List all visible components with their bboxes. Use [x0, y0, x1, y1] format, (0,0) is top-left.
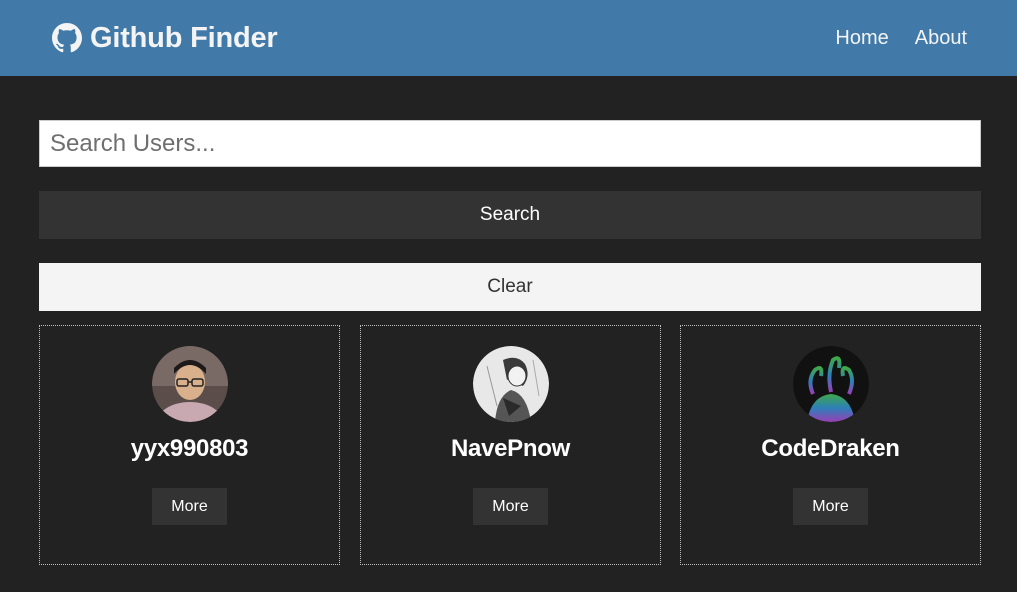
avatar: [792, 346, 869, 422]
avatar: [151, 346, 228, 422]
clear-button[interactable]: Clear: [39, 263, 981, 311]
nav-link-about[interactable]: About: [915, 27, 967, 50]
user-card: yyx990803 More: [39, 325, 340, 565]
user-card: NavePnow More: [360, 325, 661, 565]
avatar: [472, 346, 549, 422]
nav-links: Home About: [835, 27, 967, 50]
user-card: CodeDraken More: [680, 325, 981, 565]
username: NavePnow: [451, 435, 570, 462]
brand[interactable]: Github Finder: [52, 22, 278, 55]
more-button[interactable]: More: [793, 488, 868, 525]
nav-link-home[interactable]: Home: [835, 27, 888, 50]
search-input[interactable]: [39, 120, 981, 167]
more-button[interactable]: More: [152, 488, 227, 525]
username: yyx990803: [130, 435, 249, 462]
navbar: Github Finder Home About: [0, 0, 1017, 76]
app-title: Github Finder: [90, 21, 278, 54]
search-button[interactable]: Search: [39, 191, 981, 239]
more-button[interactable]: More: [473, 488, 548, 525]
github-icon: [52, 23, 82, 53]
username: CodeDraken: [761, 435, 900, 462]
